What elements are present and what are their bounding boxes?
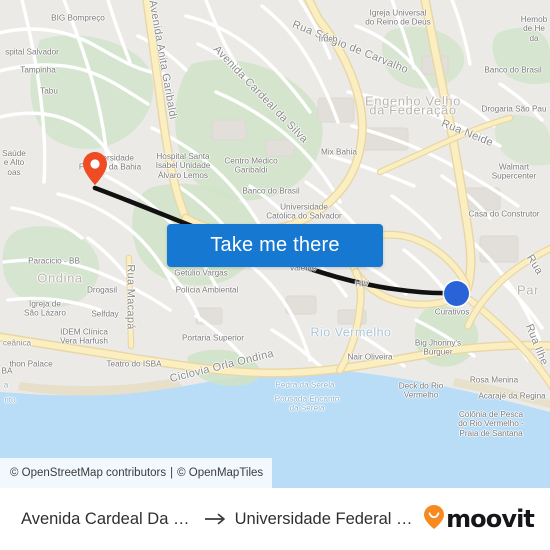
moovit-logo[interactable]: moovit [424, 504, 536, 534]
attribution-osm[interactable]: © OpenStreetMap contributors [10, 467, 166, 479]
map-canvas[interactable]: Avenida Anita Garibaldi Avenida Cardeal d… [0, 0, 550, 488]
take-me-there-button[interactable]: Take me there [167, 224, 383, 267]
moovit-map-screen: Avenida Anita Garibaldi Avenida Cardeal d… [0, 0, 550, 550]
trip-origin-label: Avenida Cardeal Da Sil... [21, 509, 195, 528]
trip-summary-bar: Avenida Cardeal Da Sil... Universidade F… [0, 488, 550, 550]
trip-destination-label: Universidade Federal Da ... [234, 509, 425, 528]
arrow-right-icon [204, 511, 226, 528]
attribution-separator: | [170, 467, 174, 479]
trip-endpoints: Avenida Cardeal Da Sil... Universidade F… [14, 510, 424, 529]
map-attribution: © OpenStreetMap contributors | © OpenMap… [0, 458, 273, 488]
moovit-wordmark: moovit [446, 505, 535, 533]
moovit-pin-smile-icon [424, 504, 445, 534]
destination-dot-marker[interactable] [443, 280, 469, 306]
attribution-openmaptiles[interactable]: © OpenMapTiles [177, 467, 263, 479]
